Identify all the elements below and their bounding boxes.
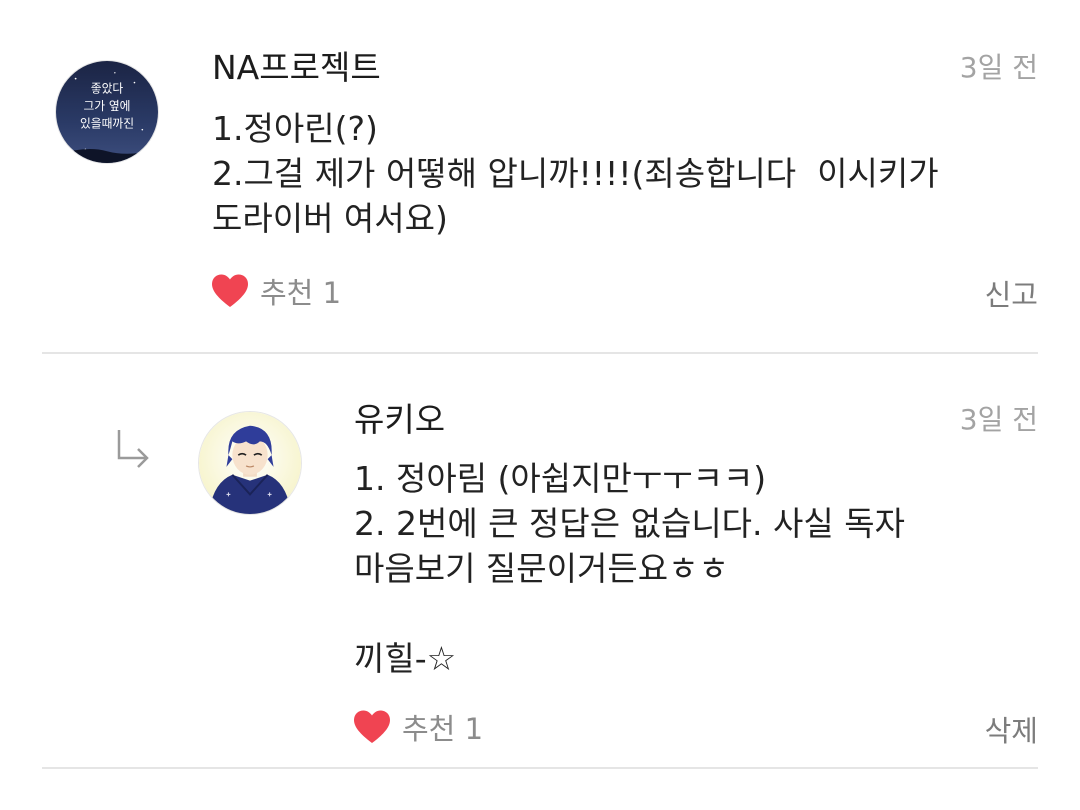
comment-body: 1.정아린(?) 2.그걸 제가 어떻해 압니까!!!!(죄송합니다 이시키가 … [212, 106, 939, 241]
comment-1: 좋았다 그가 옆에 있을때까진 NA프로젝트 3일 전 1.정아린(?) 2.그… [0, 0, 1080, 355]
avatar[interactable] [198, 411, 302, 515]
timestamp: 3일 전 [959, 403, 1038, 436]
like-button[interactable]: 추천 1 [210, 270, 341, 312]
divider [42, 352, 1038, 354]
divider [42, 767, 1038, 769]
timestamp: 3일 전 [959, 51, 1038, 84]
comment-line: 2. 2번에 큰 정답은 없습니다. 사실 독자 [354, 504, 905, 543]
comment-line: 끼힐-☆ [354, 639, 457, 678]
like-button[interactable]: 추천 1 [352, 706, 483, 748]
comment-line [354, 591, 905, 636]
author-name[interactable]: 유키오 [354, 400, 445, 440]
heart-icon [212, 274, 248, 307]
avatar[interactable]: 좋았다 그가 옆에 있을때까진 [55, 60, 159, 164]
night-sky-avatar-image: 좋았다 그가 옆에 있을때까진 [56, 61, 158, 163]
heart-icon [354, 710, 390, 743]
avatar-text-line: 있을때까진 [80, 117, 134, 131]
delete-button[interactable]: 삭제 [985, 708, 1038, 750]
avatar-text-line: 좋았다 [91, 81, 124, 95]
reply-comment: 유키오 3일 전 1. 정아림 (아쉽지만ㅜㅜㅋㅋ) 2. 2번에 큰 정답은 … [0, 355, 1080, 770]
avatar-text-line: 그가 옆에 [84, 99, 131, 113]
comment-line: 도라이버 여서요) [212, 199, 448, 238]
like-count-label: 추천 1 [402, 712, 484, 746]
anime-character-avatar-image [199, 412, 301, 514]
author-name[interactable]: NA프로젝트 [212, 48, 381, 88]
comment-body: 1. 정아림 (아쉽지만ㅜㅜㅋㅋ) 2. 2번에 큰 정답은 없습니다. 사실 … [354, 456, 905, 681]
comment-line: 마음보기 질문이거든요ㅎㅎ [354, 549, 729, 588]
comment-line: 1.정아린(?) [212, 109, 378, 148]
comment-line: 1. 정아림 (아쉽지만ㅜㅜㅋㅋ) [354, 459, 767, 498]
comment-line: 2.그걸 제가 어떻해 압니까!!!!(죄송합니다 이시키가 [212, 154, 939, 193]
report-button[interactable]: 신고 [985, 272, 1038, 314]
like-count-label: 추천 1 [260, 276, 342, 310]
